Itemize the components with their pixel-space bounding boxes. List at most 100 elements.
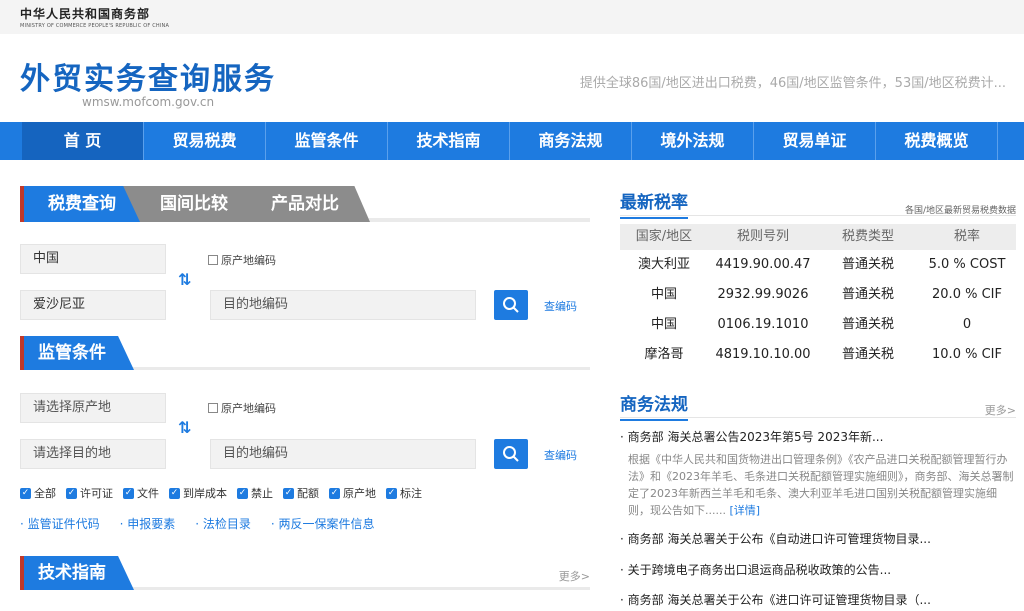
cell-rate: 10.0 % CIF: [932, 347, 1002, 362]
cell-country: 澳大利亚: [637, 257, 690, 272]
nav-commerce-law[interactable]: 商务法规: [510, 122, 632, 160]
cell-tariff-code: 4819.10.10.00: [715, 347, 811, 362]
swap-icon[interactable]: ⇅: [178, 418, 191, 437]
filter-labeling[interactable]: ✓ 标注: [386, 485, 422, 501]
site-url: wmsw.mofcom.gov.cn: [82, 95, 215, 109]
col-country: 国家/地区: [635, 229, 693, 244]
filter-label: 许可证: [80, 487, 113, 500]
nav-foreign-law[interactable]: 境外法规: [632, 122, 754, 160]
query-tabs: 产品对比 国间比较 税费查询: [20, 186, 590, 222]
list-item[interactable]: · 商务部 海关总署关于公布《进口许可证管理货物目录（...: [620, 591, 1016, 608]
tax-search-button[interactable]: [494, 290, 528, 320]
reg-origin-code-check[interactable]: 原产地编码: [208, 400, 276, 416]
filter-quota[interactable]: ✓ 配额: [283, 485, 319, 501]
regulation-title[interactable]: 监管条件: [20, 336, 134, 370]
nav-trade-tax[interactable]: 贸易税费: [144, 122, 266, 160]
commerce-law-title[interactable]: 商务法规: [620, 390, 688, 421]
checkbox-checked-icon: ✓: [329, 487, 340, 499]
table-row[interactable]: 中国 0106.19.1010 普通关税 0: [620, 310, 1016, 340]
regulation-filters: ✓ 全部 ✓ 许可证 ✓ 文件 ✓ 到岸成本 ✓ 禁止 ✓ 配额 ✓ 原产地 ✓ 标注: [20, 485, 422, 501]
tax-dest-code-input[interactable]: 目的地编码: [210, 290, 476, 320]
link-inspection[interactable]: · 法检目录: [195, 515, 251, 532]
tax-check-code-link[interactable]: 查编码: [544, 298, 577, 314]
table-row[interactable]: 摩洛哥 4819.10.10.00 普通关税 10.0 % CIF: [620, 340, 1016, 370]
tech-guide-header: 技术指南 更多>: [20, 556, 590, 590]
ministry-name: 中华人民共和国商务部: [20, 7, 151, 21]
tax-origin-select[interactable]: 中国: [20, 244, 166, 274]
link-trade-remedy[interactable]: · 两反一保案件信息: [271, 515, 375, 532]
tech-guide-title[interactable]: 技术指南: [20, 556, 134, 590]
latest-rates-note: 各国/地区最新贸易税费数据: [904, 206, 1016, 216]
col-tariff-code: 税则号列: [736, 229, 789, 244]
search-icon: [503, 297, 519, 313]
tab-tax-query[interactable]: 税费查询: [20, 186, 140, 222]
regulation-links: · 监管证件代码 · 申报要素 · 法检目录 · 两反一保案件信息: [20, 515, 375, 532]
table-row[interactable]: 澳大利亚 4419.90.00.47 普通关税 5.0 % COST: [620, 250, 1016, 280]
commerce-law-header: 商务法规 更多>: [620, 388, 1016, 421]
news-detail-link[interactable]: [详情]: [729, 504, 760, 517]
rates-table: 国家/地区 税则号列 税费类型 税率 澳大利亚 4419.90.00.47 普通…: [620, 224, 1016, 370]
filter-origin[interactable]: ✓ 原产地: [329, 485, 376, 501]
tax-dest-select[interactable]: 爱沙尼亚: [20, 290, 166, 320]
nav-tax-overview[interactable]: 税费概览: [876, 122, 998, 160]
tech-guide-more-link[interactable]: 更多>: [559, 568, 590, 584]
checkbox-checked-icon: ✓: [283, 487, 294, 499]
reg-check-code-link[interactable]: 查编码: [544, 447, 577, 463]
list-item-wrap: · 关于跨境电子商务出口退运商品税收政策的公告...: [620, 561, 1016, 578]
reg-origin-select[interactable]: 请选择原产地: [20, 393, 166, 423]
cell-rate: 0: [962, 317, 972, 332]
table-row[interactable]: 中国 2932.99.9026 普通关税 20.0 % CIF: [620, 280, 1016, 310]
cell-tax-type: 普通关税: [841, 257, 894, 272]
list-item[interactable]: · 商务部 海关总署公告2023年第5号 2023年新...: [620, 428, 1016, 445]
tax-origin-code-check[interactable]: 原产地编码: [208, 252, 276, 268]
list-item-wrap: · 商务部 海关总署关于公布《进口许可证管理货物目录（...: [620, 591, 1016, 608]
checkbox-checked-icon: ✓: [20, 487, 31, 499]
tab-country-compare[interactable]: 国间比较: [120, 186, 260, 222]
list-item[interactable]: · 关于跨境电子商务出口退运商品税收政策的公告...: [620, 561, 1016, 578]
nav-home[interactable]: 首 页: [22, 122, 144, 160]
swap-icon[interactable]: ⇅: [178, 270, 191, 289]
link-declaration[interactable]: · 申报要素: [120, 515, 176, 532]
site-title[interactable]: 外贸实务查询服务: [20, 54, 276, 98]
link-cert-code[interactable]: · 监管证件代码: [20, 515, 100, 532]
ministry-logo[interactable]: 中华人民共和国商务部 MINISTRY OF COMMERCE PEOPLE'S…: [20, 5, 169, 29]
cell-tariff-code: 2932.99.9026: [717, 287, 809, 302]
nav-trade-docs[interactable]: 贸易单证: [754, 122, 876, 160]
tab-product-compare[interactable]: 产品对比: [240, 186, 370, 222]
cell-country: 摩洛哥: [644, 347, 684, 362]
nav-tech-guide[interactable]: 技术指南: [388, 122, 510, 160]
filter-all[interactable]: ✓ 全部: [20, 485, 56, 501]
checkbox-icon: [208, 403, 218, 413]
latest-rates-title[interactable]: 最新税率: [620, 188, 688, 219]
left-panel: 产品对比 国间比较 税费查询 中国 原产地编码 ⇅ 爱沙尼亚 目的地编码 查编码…: [20, 186, 590, 590]
reg-dest-select[interactable]: 请选择目的地: [20, 439, 166, 469]
filter-label: 文件: [137, 487, 159, 500]
filter-license[interactable]: ✓ 许可证: [66, 485, 113, 501]
reg-dest-code-input[interactable]: 目的地编码: [210, 439, 476, 469]
cell-country: 中国: [650, 317, 677, 332]
filter-label: 到岸成本: [183, 487, 227, 500]
search-icon: [503, 446, 519, 462]
rates-table-header: 国家/地区 税则号列 税费类型 税率: [620, 224, 1016, 250]
filter-document[interactable]: ✓ 文件: [123, 485, 159, 501]
checkbox-checked-icon: ✓: [169, 487, 180, 499]
filter-prohibited[interactable]: ✓ 禁止: [237, 485, 273, 501]
filter-label: 原产地: [343, 487, 376, 500]
reg-search-button[interactable]: [494, 439, 528, 469]
news-summary-text: 根据《中华人民共和国货物进出口管理条例》《农产品进口关税配额管理暂行办法》和《2…: [628, 453, 1014, 517]
cell-tariff-code: 0106.19.1010: [717, 317, 809, 332]
commerce-law-list: · 商务部 海关总署公告2023年第5号 2023年新... 根据《中华人民共和…: [620, 428, 1016, 519]
filter-label: 禁止: [251, 487, 273, 500]
ministry-name-en: MINISTRY OF COMMERCE PEOPLE'S REPUBLIC O…: [20, 23, 170, 29]
right-panel: 最新税率 各国/地区最新贸易税费数据 国家/地区 税则号列 税费类型 税率 澳大…: [620, 186, 1016, 607]
tax-origin-code-label: 原产地编码: [221, 254, 276, 267]
list-item[interactable]: · 商务部 海关总署关于公布《自动进口许可管理货物目录...: [620, 530, 1016, 547]
filter-landed-cost[interactable]: ✓ 到岸成本: [169, 485, 227, 501]
cell-tax-type: 普通关税: [841, 347, 894, 362]
checkbox-checked-icon: ✓: [66, 487, 77, 499]
checkbox-checked-icon: ✓: [123, 487, 134, 499]
checkbox-checked-icon: ✓: [237, 487, 248, 499]
commerce-law-more-link[interactable]: 更多>: [985, 402, 1016, 418]
nav-regulation[interactable]: 监管条件: [266, 122, 388, 160]
col-tax-type: 税费类型: [841, 229, 894, 244]
